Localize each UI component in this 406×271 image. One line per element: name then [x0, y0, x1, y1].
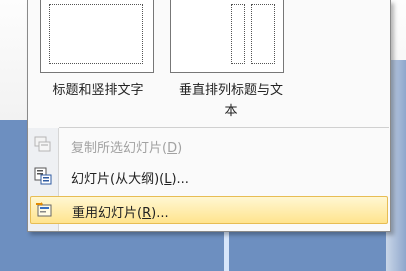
menu-item-slides-from-outline[interactable]: 幻灯片(从大纲)(L)...	[28, 162, 390, 190]
layout-caption: 垂直排列标题与文 本	[164, 80, 298, 122]
duplicate-slide-icon	[34, 136, 52, 154]
layout-thumbnail	[170, 0, 284, 73]
placeholder-outline	[251, 4, 275, 64]
placeholder-outline	[49, 4, 143, 64]
menu-separator	[59, 127, 389, 128]
menu-item-label: 重用幻灯片(R)...	[72, 206, 169, 221]
menu-item-label: 幻灯片(从大纲)(L)...	[71, 172, 189, 187]
reuse-slides-icon	[35, 201, 53, 219]
placeholder-outline	[231, 4, 245, 64]
layout-caption: 标题和竖排文字	[36, 80, 160, 101]
layout-thumbnail	[40, 0, 154, 73]
new-slide-dropdown-menu: 标题和竖排文字 垂直排列标题与文 本 复制所选幻灯片(D) 幻灯片(从大纲)(L…	[27, 0, 391, 232]
slides-from-outline-icon	[34, 167, 52, 185]
layout-caption-line1: 垂直排列标题与文	[178, 83, 283, 98]
menu-item-duplicate-slides[interactable]: 复制所选幻灯片(D)	[28, 131, 390, 159]
menu-item-label: 复制所选幻灯片(D)	[71, 141, 183, 156]
layout-caption-line2: 本	[224, 104, 238, 119]
slide-pane-divider	[224, 226, 229, 271]
menu-item-reuse-slides[interactable]: 重用幻灯片(R)...	[30, 196, 388, 224]
layout-title-and-vertical-text[interactable]: 标题和竖排文字	[36, 0, 156, 125]
layout-vertical-title-and-text[interactable]: 垂直排列标题与文 本	[168, 0, 288, 125]
layout-caption-line1: 标题和竖排文字	[52, 83, 144, 98]
